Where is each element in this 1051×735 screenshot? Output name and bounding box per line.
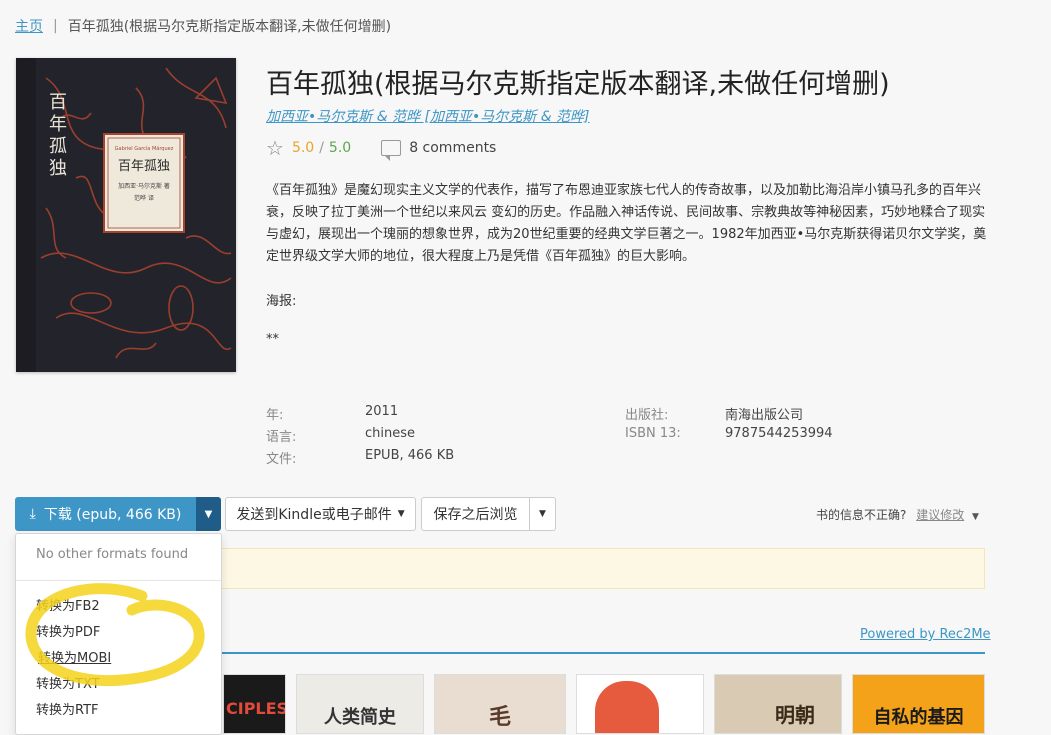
description-stars: **	[266, 332, 279, 347]
download-button[interactable]: ⤓ 下载 (epub, 466 KB)	[15, 497, 196, 531]
save-for-later-label: 保存之后浏览	[433, 507, 518, 523]
caret-down-icon: ▼	[204, 508, 213, 520]
recommended-book[interactable]: 毛	[434, 674, 566, 734]
recommended-book[interactable]	[576, 674, 704, 734]
breadcrumb-home-link[interactable]: 主页	[15, 16, 43, 36]
save-for-later-button[interactable]: 保存之后浏览	[421, 497, 530, 531]
year-label: 年:	[266, 408, 284, 423]
publisher-label: 出版社:	[625, 408, 669, 423]
no-formats-message: No other formats found	[36, 547, 189, 562]
cover-translator: 范晔 译	[134, 194, 154, 202]
file-value: EPUB, 466 KB	[365, 448, 455, 463]
isbn-label: ISBN 13:	[625, 426, 681, 441]
highlight-circle	[25, 583, 205, 687]
star-icon[interactable]: ☆	[266, 138, 284, 158]
send-to-kindle-button[interactable]: 发送到Kindle或电子邮件 ▼	[225, 497, 416, 531]
caret-down-icon[interactable]: ▼	[972, 512, 979, 522]
rating-separator: /	[319, 140, 324, 156]
send-to-kindle-label: 发送到Kindle或电子邮件	[236, 507, 392, 523]
rating-score: 5.0	[291, 140, 315, 156]
file-label: 文件:	[266, 452, 297, 467]
book-description: 《百年孤独》是魔幻现实主义文学的代表作，描写了布恩迪亚家族七代人的传奇故事，以及…	[266, 183, 987, 264]
rating-row: ☆ 5.0 / 5.0 8 comments	[266, 138, 496, 161]
download-icon: ⤓	[29, 506, 36, 522]
caret-down-icon: ▼	[397, 509, 405, 519]
save-dropdown-toggle[interactable]: ▼	[529, 497, 556, 531]
breadcrumb-separator: |	[53, 18, 58, 34]
recommend-divider	[215, 652, 985, 654]
comment-icon	[381, 140, 402, 161]
powered-by-link[interactable]: Powered by Rec2Me	[860, 627, 991, 642]
download-dropdown-toggle[interactable]: ▼	[196, 497, 221, 531]
language-value: chinese	[365, 426, 416, 441]
recommended-book-title: CIPLES	[226, 699, 286, 718]
suggest-edit-link[interactable]: 建议修改	[916, 508, 964, 522]
incorrect-info: 书的信息不正确? 建议修改 ▼	[816, 506, 979, 523]
publisher-value: 南海出版公司	[725, 408, 804, 423]
convert-rtf-option[interactable]: 转换为RTF	[36, 699, 99, 718]
cover-art: 百年孤独 Gabriel García Márquez 百年孤独 加西亚·马尔克…	[16, 58, 236, 372]
incorrect-info-text: 书的信息不正确?	[816, 508, 907, 522]
recommended-book[interactable]: CIPLES	[223, 674, 286, 734]
caret-down-icon: ▼	[539, 509, 546, 519]
cover-title: 百年孤独	[118, 159, 170, 174]
cover-author-cn: 加西亚·马尔克斯 著	[118, 182, 170, 190]
language-label: 语言:	[266, 430, 297, 445]
poster-label: 海报:	[266, 294, 297, 309]
recommended-book-title: 人类简史	[324, 707, 396, 728]
comments-link[interactable]: 8 comments	[409, 140, 496, 156]
recommended-book-title: 自私的基因	[873, 707, 964, 728]
year-value: 2011	[365, 404, 399, 419]
recommended-book-title: 明朝	[775, 703, 815, 727]
recommended-book-title: 毛	[488, 705, 511, 730]
breadcrumb: 主页 | 百年孤独(根据马尔克斯指定版本翻译,未做任何增删)	[15, 16, 391, 36]
recommended-book[interactable]: 明朝	[714, 674, 842, 734]
recommended-book-art	[595, 681, 659, 733]
recommended-book[interactable]: 人类简史	[296, 674, 424, 734]
breadcrumb-current: 百年孤独(根据马尔克斯指定版本翻译,未做任何增删)	[67, 19, 392, 35]
cover-author-en: Gabriel García Márquez	[115, 145, 174, 152]
download-button-label: 下载 (epub, 466 KB)	[43, 507, 182, 523]
notice-bar	[215, 548, 985, 589]
book-author-link[interactable]: 加西亚•马尔克斯 & 范晔 [加西亚•马尔克斯 & 范晔]	[266, 106, 590, 126]
book-cover[interactable]: 百年孤独 Gabriel García Márquez 百年孤独 加西亚·马尔克…	[16, 58, 236, 372]
rating-max: 5.0	[328, 140, 352, 156]
cover-spine-title: 百年孤独	[49, 92, 67, 179]
recommended-book[interactable]: 自私的基因	[852, 674, 985, 734]
book-title: 百年孤独(根据马尔克斯指定版本翻译,未做任何增删)	[266, 69, 890, 100]
isbn-value: 9787544253994	[725, 426, 833, 441]
